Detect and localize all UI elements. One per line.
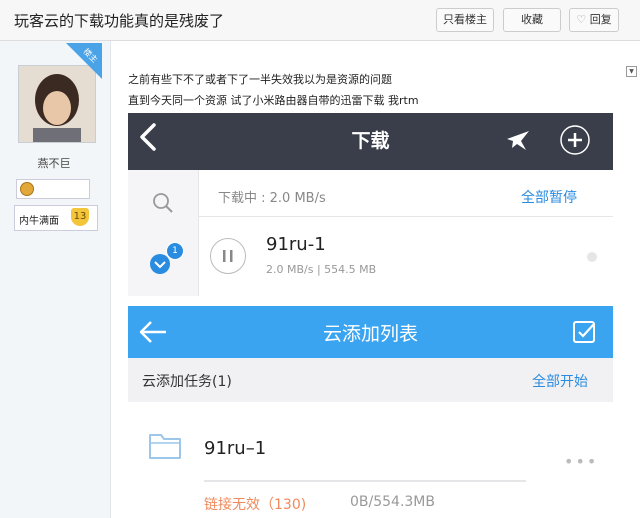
level-shield-icon: 13 [71, 208, 89, 226]
cloud-size: 0B/554.3MB [350, 494, 435, 510]
cloud-error-status: 链接无效（130) [204, 497, 307, 513]
download-arrow-icon [150, 254, 170, 274]
rank-box: 内牛满面 13 [14, 205, 98, 231]
download-count-badge: 1 [166, 242, 184, 260]
cloud-section-bar: 云添加任务(1) 全部开始 [128, 358, 613, 402]
task-name: 91ru-1 [266, 234, 326, 255]
pause-button[interactable] [210, 238, 246, 274]
pause-all-button[interactable]: 全部暂停 [521, 187, 577, 207]
cloud-title: 云添加列表 [322, 323, 418, 345]
add-icon [560, 125, 590, 155]
thread-header: 玩客云的下载功能真的是残废了 只看楼主 收藏 ♡ 回复 [0, 0, 640, 41]
left-rail: 1 [128, 170, 199, 296]
folder-icon [149, 434, 181, 459]
medal-icon [20, 182, 34, 196]
heart-icon: ♡ [576, 13, 587, 26]
start-all-button[interactable]: 全部开始 [532, 371, 588, 391]
task-stats: 2.0 MB/s | 554.5 MB [266, 263, 377, 276]
status-divider [198, 216, 613, 217]
reply-label: 回复 [589, 13, 612, 26]
author-sidebar: 楼主 燕不巨 内牛满面 13 [0, 41, 111, 518]
cloud-list-header: 云添加列表 [128, 306, 613, 358]
post-menu-toggle[interactable]: ▼ [626, 66, 637, 77]
download-status: 下载中 : 2.0 MB/s [218, 191, 326, 206]
task-state-dot [587, 252, 597, 262]
search-icon [153, 193, 173, 213]
cloud-section-label: 云添加任务(1) [142, 374, 232, 390]
op-corner-badge: 楼主 [66, 43, 102, 79]
only-op-button[interactable]: 只看楼主 [436, 8, 494, 32]
more-icon[interactable]: ••• [564, 452, 598, 471]
username[interactable]: 燕不巨 [0, 155, 108, 171]
post-line-2: 直到今天同一个资源 试了小米路由器自带的迅雷下载 我rtm [128, 94, 419, 107]
pause-icon [223, 250, 233, 262]
download-title: 下载 [351, 130, 390, 152]
cloud-task-name: 91ru–1 [204, 438, 267, 459]
post-line-1: 之前有些下不了或者下了一半失效我以为是资源的问题 [128, 73, 392, 86]
favorite-button[interactable]: 收藏 [503, 8, 561, 32]
download-list: 1 下载中 : 2.0 MB/s 全部暂停 91ru-1 2.0 MB/s | … [128, 170, 613, 296]
cloud-progress-track [204, 480, 526, 482]
thread-title: 玩客云的下载功能真的是残废了 [14, 12, 225, 30]
download-screen-header: 下载 [128, 113, 613, 170]
cloud-task-row[interactable]: 91ru–1 ••• 链接无效（130) 0B/554.3MB [128, 402, 613, 518]
rank-label: 内牛满面 [19, 216, 59, 227]
reply-button[interactable]: ♡ 回复 [569, 8, 619, 32]
thunder-bird-icon [507, 131, 529, 150]
medal-bar [16, 179, 90, 199]
checklist-icon [573, 321, 595, 343]
